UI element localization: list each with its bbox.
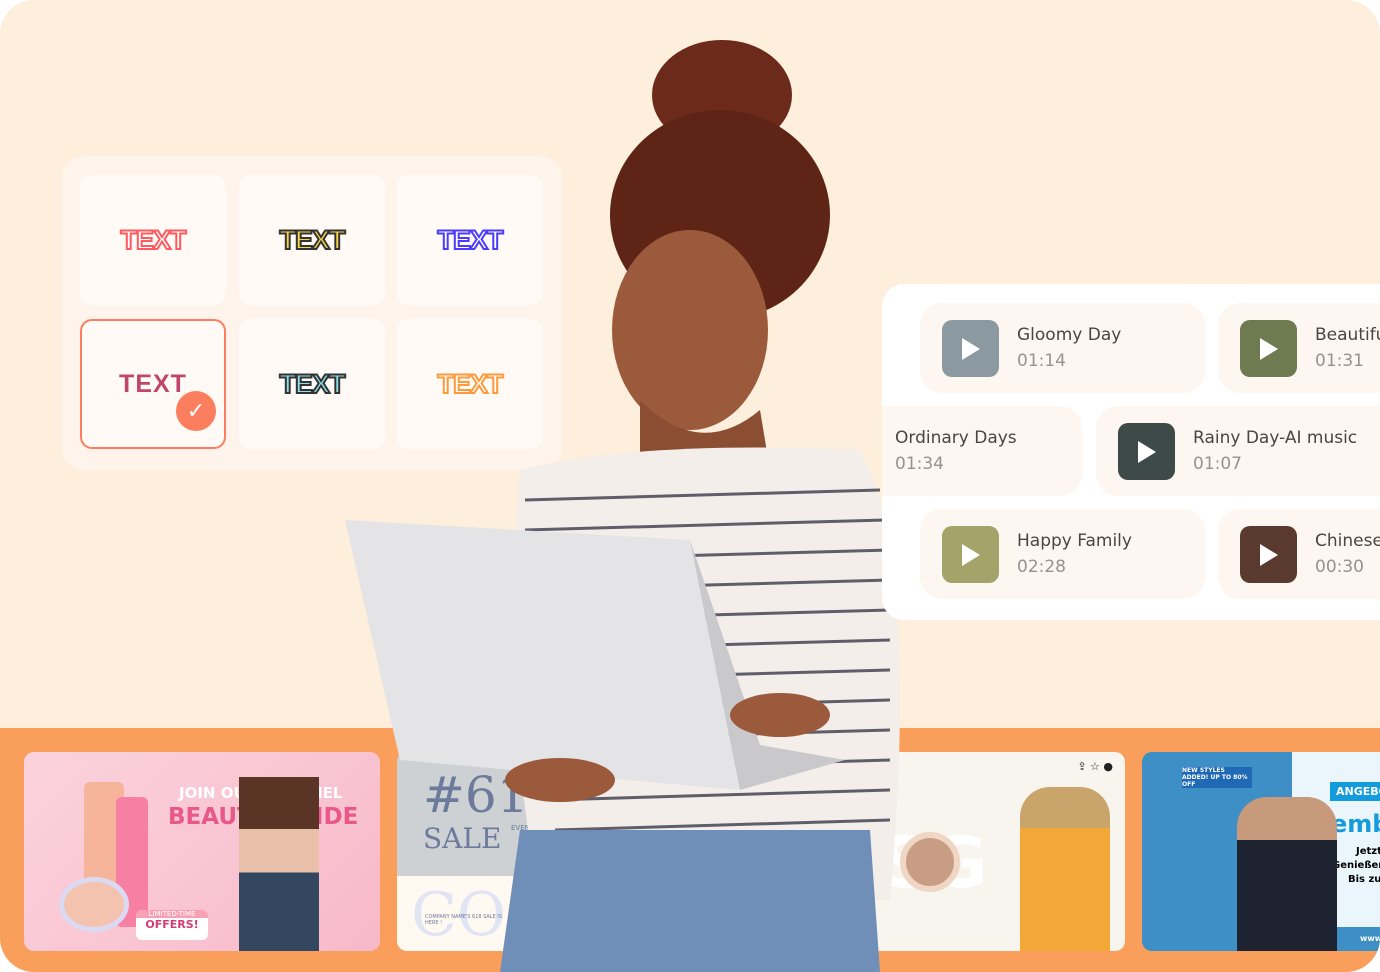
music-title: Chinese [1315,531,1380,551]
music-duration: 02:28 [1017,557,1066,577]
music-item[interactable]: Rainy Day-AI music 01:07 [1096,406,1380,496]
music-item[interactable]: Chinese 00:30 [1218,509,1380,599]
play-icon[interactable] [1260,543,1278,566]
music-item[interactable]: Ordinary Days 01:34 [882,406,1082,496]
music-thumbnail [1240,319,1297,377]
music-item[interactable]: Gloomy Day 01:14 [920,303,1205,393]
music-item[interactable]: Happy Family 02:28 [920,509,1205,599]
play-icon[interactable] [962,543,980,566]
hero-canvas: TEXT TEXT TEXT TEXT✓ TEXT TEXT JOIN OUR … [0,0,1380,972]
play-icon[interactable] [1260,337,1278,360]
music-thumbnail [1118,422,1175,480]
music-duration: 01:14 [1017,351,1066,371]
music-duration: 01:31 [1315,351,1364,371]
music-title: Gloomy Day [1017,325,1122,345]
play-icon[interactable] [1138,440,1156,463]
music-library-panel: Gloomy Day 01:14 Beautifu 01:31 Ordinary D… [882,284,1380,620]
music-title: Happy Family [1017,531,1132,551]
music-duration: 01:07 [1193,454,1242,474]
music-thumbnail [1240,525,1297,583]
play-icon[interactable] [962,337,980,360]
music-item[interactable]: Beautifu 01:31 [1218,303,1380,393]
music-title: Ordinary Days [895,428,1017,448]
music-title: Rainy Day-AI music [1193,428,1358,448]
music-duration: 00:30 [1315,557,1364,577]
music-thumbnail [942,525,999,583]
music-title: Beautifu [1315,325,1380,345]
music-thumbnail [942,319,999,377]
music-duration: 01:34 [895,454,944,474]
